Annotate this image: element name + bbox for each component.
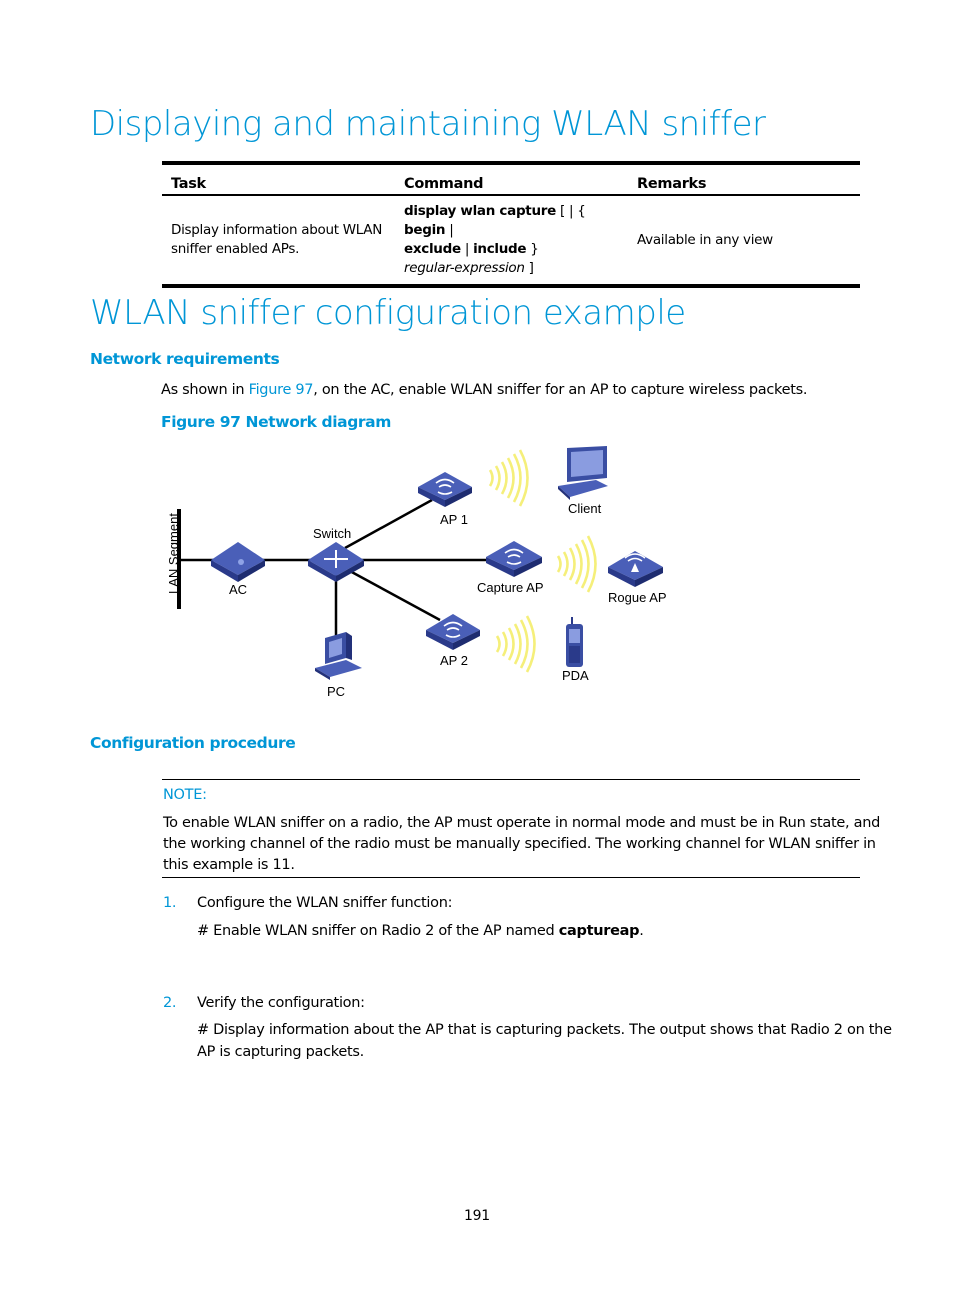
- section-title-displaying: Displaying and maintaining WLAN sniffer: [90, 104, 766, 144]
- column-header-remarks: Remarks: [628, 161, 860, 196]
- client-label: Client: [568, 501, 602, 516]
- column-header-command: Command: [395, 161, 628, 196]
- switch-label: Switch: [313, 526, 351, 541]
- lan-segment-label: LAN Segment: [166, 513, 181, 594]
- link-switch-ap2: [347, 568, 441, 622]
- pc-label: PC: [327, 684, 345, 699]
- ap2-label: AP 2: [440, 653, 468, 668]
- ac-label: AC: [229, 582, 247, 597]
- command-keyword: include: [473, 241, 527, 257]
- step-1-detail: # Enable WLAN sniffer on Radio 2 of the …: [197, 923, 644, 939]
- step-2-detail-line-1: # Display information about the AP that …: [197, 1022, 892, 1038]
- table-row: Display information about WLAN sniffer e…: [162, 195, 860, 288]
- section-title-config-example: WLAN sniffer configuration example: [90, 293, 686, 333]
- column-header-task: Task: [162, 161, 395, 196]
- signal-waves-ap2: [495, 615, 536, 673]
- network-diagram: LAN Segment AC Switch PC AP 1 Capture AP…: [166, 446, 667, 699]
- rogue-ap-device-icon: [608, 551, 663, 587]
- ap1-device-icon: [418, 472, 472, 507]
- note-line-1: To enable WLAN sniffer on a radio, the A…: [163, 815, 880, 831]
- command-keyword: exclude: [404, 241, 461, 257]
- table-header-row: Task Command Remarks: [162, 161, 860, 196]
- pc-device-icon: [315, 632, 362, 680]
- task-cell: Display information about WLAN sniffer e…: [162, 195, 395, 288]
- note-line-2: the working channel of the radio must be…: [163, 836, 876, 852]
- remarks-cell: Available in any view: [628, 195, 860, 288]
- note-top-rule: [162, 779, 860, 780]
- note-label: NOTE:: [163, 787, 207, 803]
- step-2-detail-line-2: AP is capturing packets.: [197, 1044, 364, 1060]
- text-fragment: # Enable WLAN sniffer on Radio 2 of the …: [197, 923, 559, 939]
- signal-waves-ap1: [488, 449, 529, 507]
- command-keyword: begin: [404, 222, 446, 238]
- note-line-3: this example is 11.: [163, 857, 295, 873]
- command-syntax: }: [526, 241, 539, 257]
- step-1-number: 1.: [163, 895, 177, 911]
- command-argument: regular-expression: [404, 260, 525, 276]
- command-syntax: |: [460, 241, 474, 257]
- text-fragment: .: [639, 923, 644, 939]
- client-laptop-icon: [558, 446, 608, 500]
- pda-device-icon: [566, 617, 583, 667]
- command-table: Task Command Remarks Display information…: [162, 161, 860, 288]
- command-syntax: ]: [524, 260, 534, 276]
- figure-caption: Figure 97 Network diagram: [161, 413, 391, 431]
- link-switch-ap1: [344, 498, 433, 550]
- step-1-title: Configure the WLAN sniffer function:: [197, 895, 453, 911]
- command-syntax: |: [445, 222, 454, 238]
- figure-link[interactable]: Figure 97: [249, 382, 314, 398]
- switch-device-icon: [308, 542, 364, 582]
- rogue-ap-label: Rogue AP: [608, 590, 667, 605]
- command-syntax: [ | {: [556, 203, 586, 219]
- capture-ap-label: Capture AP: [477, 580, 544, 595]
- capture-ap-device-icon: [486, 541, 542, 577]
- network-requirements-text: As shown in Figure 97, on the AC, enable…: [161, 382, 808, 398]
- signal-waves-capture-ap: [556, 535, 597, 593]
- ap2-device-icon: [426, 614, 480, 650]
- network-requirements-heading: Network requirements: [90, 350, 280, 368]
- text-fragment: As shown in: [161, 382, 249, 398]
- page-number: 191: [464, 1208, 490, 1224]
- step-2-title: Verify the configuration:: [197, 995, 365, 1011]
- pda-label: PDA: [562, 668, 589, 683]
- configuration-procedure-heading: Configuration procedure: [90, 734, 296, 752]
- ap1-label: AP 1: [440, 512, 468, 527]
- command-cell: display wlan capture [ | { begin | exclu…: [395, 195, 628, 288]
- ap-name: captureap: [558, 923, 640, 939]
- step-2-number: 2.: [163, 995, 177, 1011]
- note-bottom-rule: [162, 877, 860, 878]
- text-fragment: , on the AC, enable WLAN sniffer for an …: [313, 382, 808, 398]
- command-keyword: display wlan capture: [404, 203, 556, 219]
